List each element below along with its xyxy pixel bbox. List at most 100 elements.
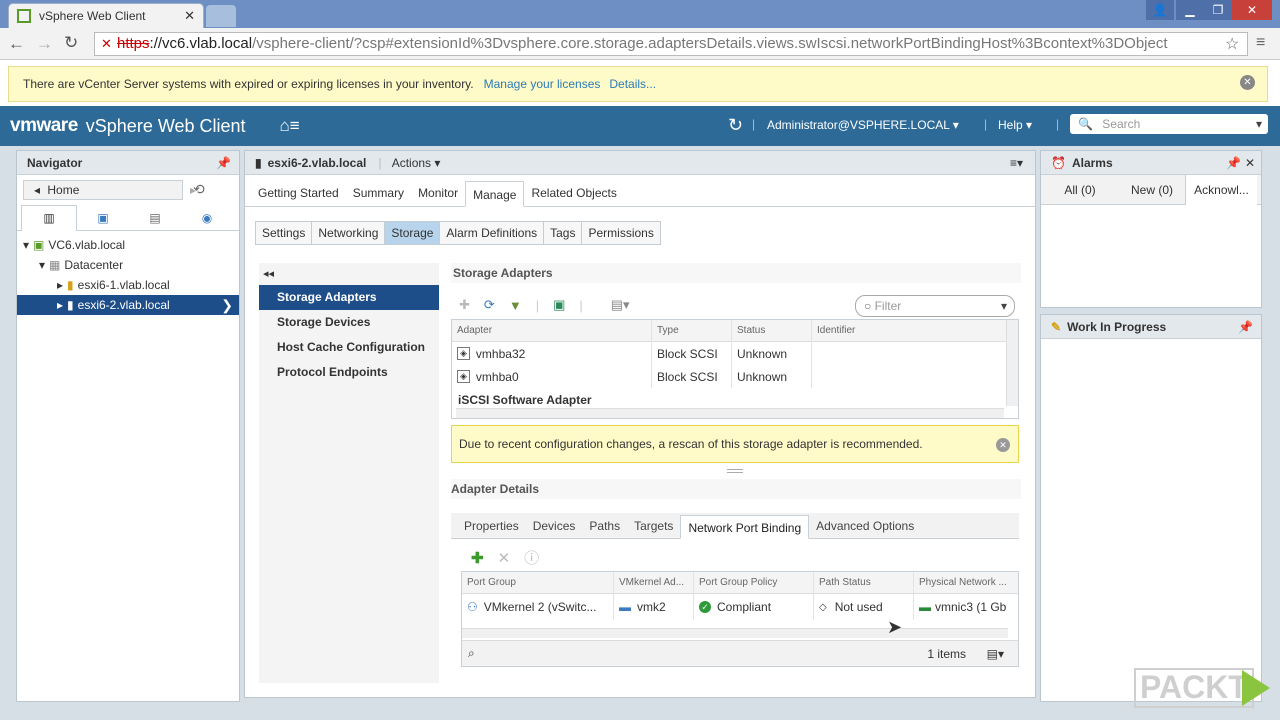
tab-manage[interactable]: Manage xyxy=(465,181,525,207)
remove-binding-icon[interactable]: ✕ xyxy=(498,549,511,567)
vmkernel-value: vmk2 xyxy=(637,600,666,614)
nav-protocol-endpoints[interactable]: Protocol Endpoints xyxy=(259,360,439,385)
close-icon[interactable]: ✕ xyxy=(1245,151,1255,175)
chevron-down-icon[interactable]: ▾ xyxy=(1256,114,1262,134)
networking-tab[interactable]: ◉ xyxy=(181,211,233,225)
storage-refresh-icon[interactable]: ▣ xyxy=(553,297,565,313)
toolbar-menu-icon[interactable]: ≡▾ xyxy=(1010,151,1023,175)
refresh-icon[interactable]: ↻ xyxy=(728,115,743,136)
tab-monitor[interactable]: Monitor xyxy=(411,180,465,206)
vertical-scrollbar[interactable] xyxy=(1006,320,1018,406)
subtab-tags[interactable]: Tags xyxy=(543,221,583,245)
table-row[interactable]: ⚇ VMkernel 2 (vSwitc... ▬ vmk2 ✓ Compliant … xyxy=(462,594,1018,620)
export-icon[interactable]: ▤▾ xyxy=(987,647,1004,661)
col-vmkernel[interactable]: VMkernel Ad... xyxy=(614,572,694,593)
adapter-group-header[interactable]: iSCSI Software Adapter xyxy=(452,388,1018,408)
close-icon[interactable]: ✕ xyxy=(996,438,1010,452)
subtab-permissions[interactable]: Permissions xyxy=(581,221,661,245)
manage-licenses-link[interactable]: Manage your licenses xyxy=(484,77,601,91)
add-icon[interactable]: ✚ xyxy=(459,297,470,313)
export-icon[interactable]: ▤▾ xyxy=(611,297,630,313)
reload-icon[interactable]: ↻ xyxy=(64,33,78,53)
back-icon[interactable]: ← xyxy=(8,34,25,54)
subtab-settings[interactable]: Settings xyxy=(255,221,313,245)
adapter-type: Block SCSI xyxy=(652,365,732,388)
help-menu[interactable]: Help ▾ xyxy=(998,118,1032,132)
user-icon[interactable]: 👤 xyxy=(1146,0,1174,20)
global-search-input[interactable]: 🔍 Search ▾ xyxy=(1070,114,1268,134)
tab-related-objects[interactable]: Related Objects xyxy=(524,180,623,206)
dtab-network-port-binding[interactable]: Network Port Binding xyxy=(680,515,810,539)
rescan-icon[interactable]: ⟳ xyxy=(484,297,495,313)
binding-grid-header: Port Group VMkernel Ad... Port Group Pol… xyxy=(462,572,1018,594)
dtab-targets[interactable]: Targets xyxy=(627,514,680,538)
nav-host-cache[interactable]: Host Cache Configuration xyxy=(259,335,439,360)
col-path-status[interactable]: Path Status xyxy=(814,572,914,593)
new-tab-button[interactable] xyxy=(206,5,236,27)
not-used-icon: ◇ xyxy=(819,601,827,613)
chevron-down-icon[interactable]: ▾ xyxy=(1001,296,1007,316)
storage-tab[interactable]: ▤ xyxy=(129,211,181,225)
home-breadcrumb[interactable]: ◂ Home ▸ xyxy=(23,180,196,200)
grid-footer: ⌕ 1 items ▤▾ xyxy=(462,640,1018,666)
info-icon[interactable]: ⓘ xyxy=(524,547,539,568)
history-icon[interactable]: ⟲ xyxy=(193,181,205,198)
col-adapter[interactable]: Adapter xyxy=(452,320,652,341)
subtab-networking[interactable]: Networking xyxy=(311,221,386,245)
add-binding-icon[interactable]: ✚ xyxy=(471,549,484,567)
vms-templates-tab[interactable]: ▣ xyxy=(77,211,129,225)
dtab-paths[interactable]: Paths xyxy=(582,514,627,538)
watermark-text: PACKT xyxy=(1140,669,1248,705)
col-identifier[interactable]: Identifier xyxy=(812,320,1006,341)
close-window-icon[interactable]: ✕ xyxy=(1232,0,1272,20)
nav-storage-adapters[interactable]: Storage Adapters xyxy=(259,285,439,310)
browser-tab[interactable]: vSphere Web Client ✕ xyxy=(8,3,204,28)
subtab-storage[interactable]: Storage xyxy=(384,221,441,245)
tree-item-vcenter[interactable]: ▾ ▣ VC6.vlab.local xyxy=(17,235,239,255)
dtab-advanced-options[interactable]: Advanced Options xyxy=(809,514,921,538)
address-bar[interactable]: ✕ https://vc6.vlab.local/vsphere-client/… xyxy=(94,32,1248,56)
col-type[interactable]: Type xyxy=(652,320,732,341)
home-menu-icon[interactable]: ⌂≡ xyxy=(280,116,300,136)
actions-menu[interactable]: Actions ▾ xyxy=(392,151,441,175)
table-row[interactable]: ◈ vmhba32 Block SCSI Unknown xyxy=(452,342,1018,365)
subtab-alarm-definitions[interactable]: Alarm Definitions xyxy=(439,221,545,245)
horizontal-scrollbar[interactable] xyxy=(456,408,1004,418)
adapter-filter-input[interactable]: ○ Filter ▾ xyxy=(855,295,1015,317)
tab-getting-started[interactable]: Getting Started xyxy=(251,180,346,206)
tree-item-host2[interactable]: ▸ ▮ esxi6-2.vlab.local ❯ xyxy=(17,295,239,315)
user-menu[interactable]: Administrator@VSPHERE.LOCAL ▾ xyxy=(767,118,959,132)
dtab-devices[interactable]: Devices xyxy=(526,514,583,538)
alarm-tab-all[interactable]: All (0) xyxy=(1041,183,1119,197)
pin-icon[interactable]: 📌 xyxy=(1226,151,1241,175)
rescan-vmfs-icon[interactable]: ▼ xyxy=(509,298,522,313)
tab-summary[interactable]: Summary xyxy=(346,180,411,206)
horizontal-scrollbar[interactable] xyxy=(462,628,1008,638)
dtab-properties[interactable]: Properties xyxy=(457,514,526,538)
banner-close-icon[interactable]: ✕ xyxy=(1240,75,1255,90)
minimize-icon[interactable]: ▁ xyxy=(1176,0,1204,20)
tree-item-datacenter[interactable]: ▾ ▦ Datacenter xyxy=(17,255,239,275)
tree-item-host1[interactable]: ▸ ▮ esxi6-1.vlab.local xyxy=(17,275,239,295)
col-policy[interactable]: Port Group Policy xyxy=(694,572,814,593)
close-tab-icon[interactable]: ✕ xyxy=(184,8,195,24)
hosts-clusters-tab[interactable]: ▥ xyxy=(21,204,77,231)
restore-icon[interactable]: ❐ xyxy=(1204,0,1232,20)
table-row[interactable]: ◈ vmhba0 Block SCSI Unknown xyxy=(452,365,1018,388)
col-port-group[interactable]: Port Group xyxy=(462,572,614,593)
splitter-handle[interactable] xyxy=(727,469,743,473)
collapse-icon[interactable]: ◂◂ xyxy=(259,263,439,285)
pin-icon[interactable]: 📌 xyxy=(216,151,231,175)
nav-storage-devices[interactable]: Storage Devices xyxy=(259,310,439,335)
col-status[interactable]: Status xyxy=(732,320,812,341)
pin-icon[interactable]: 📌 xyxy=(1238,315,1253,339)
alarm-tab-acknowledged[interactable]: Acknowl... xyxy=(1185,174,1257,205)
details-link[interactable]: Details... xyxy=(609,77,656,91)
menu-icon[interactable]: ≡ xyxy=(1256,34,1265,52)
chevron-right-icon[interactable]: ❯ xyxy=(221,297,233,314)
forward-icon[interactable]: → xyxy=(36,34,53,54)
alarm-tab-new[interactable]: New (0) xyxy=(1119,183,1185,197)
binoculars-icon[interactable]: ⌕ xyxy=(468,646,475,661)
bookmark-star-icon[interactable]: ☆ xyxy=(1225,34,1239,54)
col-physical-network[interactable]: Physical Network ... xyxy=(914,572,1018,593)
